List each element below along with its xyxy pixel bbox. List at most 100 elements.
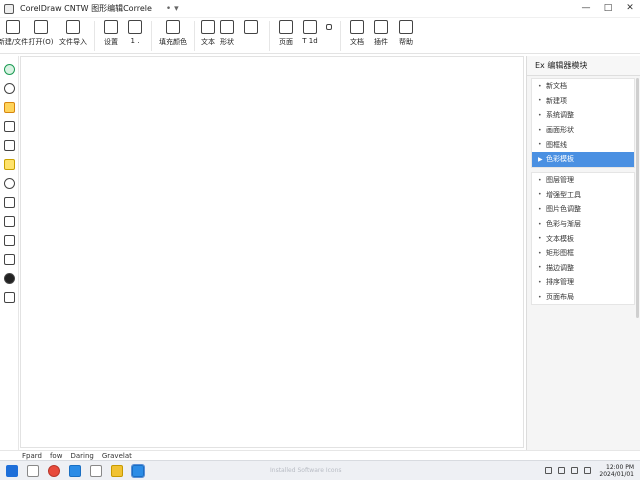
table-icon[interactable]	[3, 216, 15, 227]
taskview-icon[interactable]	[27, 464, 39, 477]
ribbon-fill-button[interactable]: 填充颜色	[156, 18, 190, 47]
panel-scrollbar[interactable]	[636, 78, 639, 318]
bullet-icon: •	[538, 293, 542, 301]
minimize-button[interactable]: —	[580, 2, 592, 14]
right-panel: Ex 编辑器模块 • 新文档 • 新建项 • 系统调整 • 画面形状 • 图框线 ▶ 色彩模…	[526, 56, 640, 450]
crop-icon[interactable]	[3, 140, 15, 151]
more-icon	[326, 24, 332, 30]
ribbon-shape-button[interactable]: 形状	[217, 18, 237, 47]
select-icon[interactable]	[3, 64, 15, 75]
folder-icon[interactable]	[111, 464, 123, 477]
ribbon-plugins-button[interactable]: 插件	[369, 18, 393, 47]
panel-item[interactable]: • 描边调整	[532, 261, 634, 276]
ink-icon[interactable]	[3, 273, 15, 284]
grid-icon[interactable]	[3, 292, 15, 303]
window-controls: — □ ✕	[570, 2, 636, 14]
close-button[interactable]: ✕	[624, 2, 636, 14]
panel-item[interactable]: • 新文档	[532, 79, 634, 94]
user-icon	[399, 20, 413, 34]
taskbar: Installed Software Icons 12:00 PM 2024/0…	[0, 460, 640, 480]
bullet-icon: •	[538, 264, 542, 272]
bullet-icon: •	[538, 278, 542, 286]
ribbon-star-button[interactable]: T 1d	[298, 18, 322, 45]
system-tray: 12:00 PM 2024/01/01	[539, 464, 634, 478]
pen-icon[interactable]	[3, 102, 15, 113]
panel-item[interactable]: • 系统调整	[532, 108, 634, 123]
layout-icon	[244, 20, 258, 34]
panel-item[interactable]: • 页面布局	[532, 290, 634, 305]
open-icon	[34, 20, 48, 34]
eraser-icon[interactable]	[3, 197, 15, 208]
browser-icon[interactable]	[48, 464, 60, 477]
fill-icon[interactable]	[3, 178, 15, 189]
panel-list-secondary: • 图层管理 • 增强型工具 • 图片色调整 • 色彩与渐层 • 文本模板 • 矩形图框 •…	[531, 172, 635, 306]
tray-arrow-icon[interactable]	[545, 467, 553, 474]
bullet-icon: •	[538, 249, 542, 257]
drawing-canvas[interactable]	[20, 56, 524, 448]
status-item[interactable]: Daring	[70, 452, 93, 460]
explorer-icon[interactable]	[90, 464, 102, 477]
panel-item[interactable]: • 画面形状	[532, 123, 634, 138]
shape-icon	[201, 20, 215, 34]
panel-item[interactable]: • 图框线	[532, 137, 634, 152]
volume-icon[interactable]	[571, 467, 579, 474]
title-bar: CorelDraw CNTW 图形编辑Correle • ▾ — □ ✕	[0, 0, 640, 18]
status-item[interactable]: fow	[50, 452, 62, 460]
ribbon-number-button[interactable]: 1 .	[123, 18, 147, 45]
status-item[interactable]: Fpard	[22, 452, 42, 460]
new-doc-icon	[6, 20, 20, 34]
network-icon[interactable]	[558, 467, 566, 474]
ribbon-separator	[194, 21, 195, 51]
play-arrow-icon: ▶	[538, 155, 543, 163]
ribbon-import-button[interactable]: 文件导入	[56, 18, 90, 47]
ribbon-text-button[interactable]: 文本	[199, 18, 217, 47]
battery-icon[interactable]	[584, 467, 592, 474]
bullet-icon: •	[538, 126, 542, 134]
ribbon-new-button[interactable]: 新建/文件	[0, 18, 28, 47]
ribbon-more-button[interactable]	[322, 18, 336, 33]
bookmark-icon	[279, 20, 293, 34]
bullet-icon: •	[538, 191, 542, 199]
status-item[interactable]: Gravelat	[102, 452, 132, 460]
panel-item[interactable]: • 图层管理	[532, 173, 634, 188]
shape-edit-icon[interactable]	[3, 83, 15, 94]
status-bar: Fpard fow Daring Gravelat	[0, 450, 640, 460]
ribbon-separator	[269, 21, 270, 51]
panel-item[interactable]: • 新建项	[532, 94, 634, 109]
coreldraw-taskbar-icon[interactable]	[131, 463, 145, 478]
layers-icon[interactable]	[3, 254, 15, 265]
panel-item[interactable]: • 文本模板	[532, 231, 634, 246]
bullet-icon: •	[538, 82, 542, 90]
panel-item-selected[interactable]: ▶ 色彩模板	[532, 151, 634, 167]
number-icon	[128, 20, 142, 34]
text-icon[interactable]	[3, 121, 15, 132]
bullet-icon: •	[538, 176, 542, 184]
panel-item[interactable]: • 矩形图框	[532, 246, 634, 261]
mail-icon[interactable]	[69, 464, 81, 477]
ribbon-help-button[interactable]: 帮助	[393, 18, 419, 47]
maximize-button[interactable]: □	[602, 2, 614, 14]
panel-header: Ex 编辑器模块	[527, 56, 640, 76]
ribbon-layout-button[interactable]	[237, 18, 265, 37]
ribbon-separator	[340, 21, 341, 51]
ribbon-open-button[interactable]: 打开(O)	[26, 18, 56, 47]
link-icon[interactable]	[3, 235, 15, 246]
fill-icon	[166, 20, 180, 34]
start-icon[interactable]	[6, 464, 18, 477]
panel-list-primary: • 新文档 • 新建项 • 系统调整 • 画面形状 • 图框线 ▶ 色彩模板	[531, 78, 635, 168]
title-extra[interactable]: • ▾	[166, 4, 179, 14]
color-icon[interactable]	[3, 159, 15, 170]
ribbon-docs-button[interactable]: 文档	[345, 18, 369, 47]
ribbon-settings-button[interactable]: 设置	[99, 18, 123, 47]
import-icon	[66, 20, 80, 34]
panel-item[interactable]: • 色彩与渐层	[532, 217, 634, 232]
panel-item[interactable]: • 排序管理	[532, 275, 634, 290]
ribbon-page-button[interactable]: 页面	[274, 18, 298, 47]
ribbon-toolbar: 新建/文件 打开(O) 文件导入 设置 1 . 填充颜色 文本 形状 页面 T …	[0, 18, 640, 54]
chart-icon	[104, 20, 118, 34]
panel-item[interactable]: • 增强型工具	[532, 188, 634, 203]
clock[interactable]: 12:00 PM 2024/01/01	[599, 464, 634, 478]
panel-item[interactable]: • 图片色调整	[532, 202, 634, 217]
window-title: CorelDraw CNTW 图形编辑Correle	[20, 4, 152, 13]
home-icon	[350, 20, 364, 34]
